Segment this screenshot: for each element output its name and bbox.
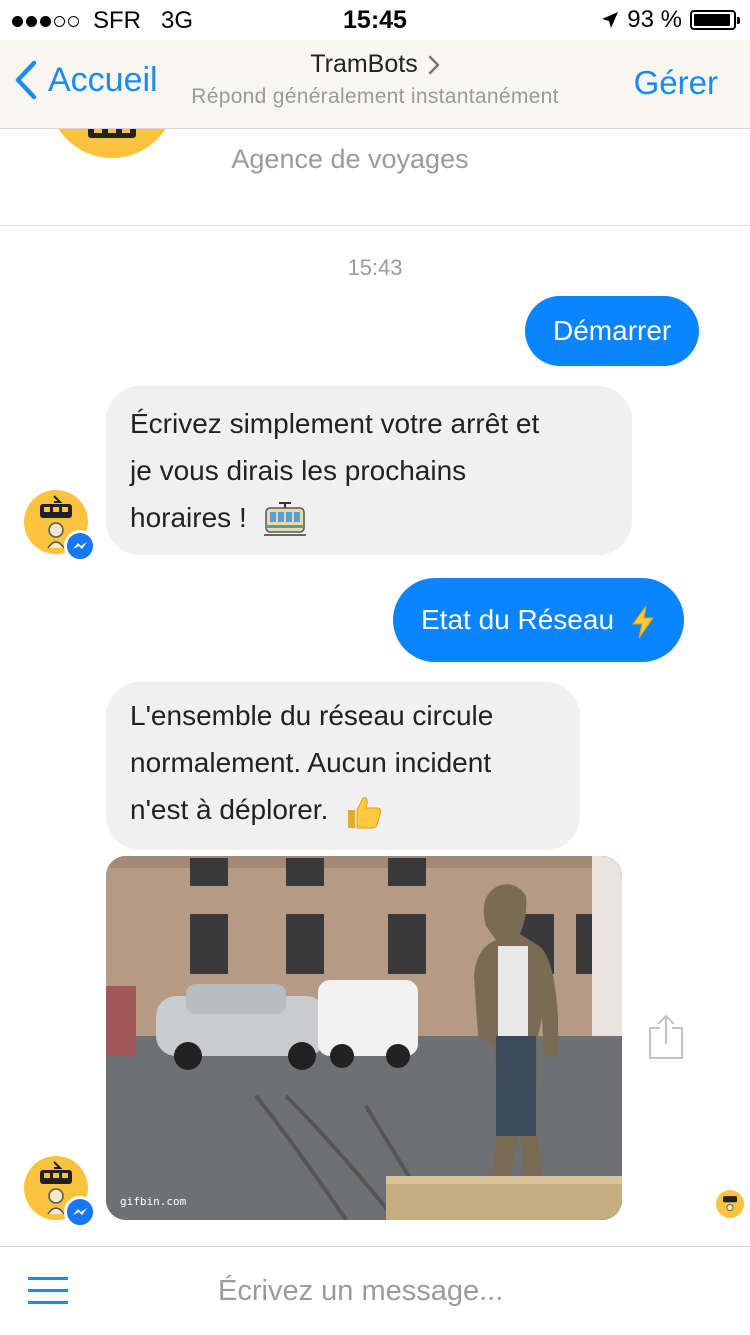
message-line: Écrivez simplement votre arrêt et	[130, 408, 540, 439]
read-receipt-avatar	[716, 1190, 744, 1218]
battery-icon	[690, 10, 740, 30]
tram-icon	[263, 501, 306, 536]
message-bubble-bot[interactable]: Écrivez simplement votre arrêt et je vou…	[106, 386, 632, 555]
header-divider	[0, 225, 750, 226]
conversation-timestamp: 15:43	[347, 255, 403, 280]
message-line: je vous dirais les prochains	[130, 455, 467, 486]
gif-credit: gifbin.com	[120, 1195, 187, 1208]
message-text: Démarrer	[553, 315, 672, 346]
bot-avatar[interactable]	[24, 490, 96, 562]
message-line: normalement. Aucun incident	[130, 747, 492, 778]
menu-icon[interactable]	[28, 1277, 68, 1305]
lightning-icon	[631, 605, 654, 638]
message-line: horaires !	[130, 502, 247, 533]
tram-avatar-icon	[723, 1196, 737, 1211]
gif-image	[106, 856, 622, 1220]
conversation-title: TramBots	[310, 50, 418, 78]
messenger-badge-icon	[64, 530, 96, 562]
status-bar: SFR 3G 15:45 93 %	[0, 0, 750, 40]
share-icon[interactable]	[648, 1014, 684, 1060]
message-text: Etat du Réseau	[421, 604, 615, 635]
message-bubble-bot[interactable]: L'ensemble du réseau circule normalement…	[106, 682, 580, 850]
battery-percent: 93 %	[627, 6, 682, 33]
messenger-badge-icon	[64, 1196, 96, 1228]
message-bubble-user[interactable]: Démarrer	[525, 296, 700, 366]
message-line: n'est à déplorer.	[130, 794, 329, 825]
chevron-right-icon	[428, 55, 439, 74]
message-bubble-user[interactable]: Etat du Réseau	[393, 578, 684, 662]
thumbs-up-icon	[348, 796, 382, 829]
message-input[interactable]	[218, 1269, 698, 1313]
manage-button[interactable]: Gérer	[634, 64, 718, 102]
location-arrow-icon	[602, 12, 619, 28]
navigation-bar: Accueil TramBots Répond généralement ins…	[0, 40, 750, 129]
status-right: 93 %	[601, 6, 740, 34]
message-line: L'ensemble du réseau circule	[130, 700, 494, 731]
gif-attachment[interactable]: gifbin.com	[106, 856, 622, 1220]
message-composer	[0, 1246, 750, 1335]
bot-avatar[interactable]	[24, 1156, 96, 1228]
